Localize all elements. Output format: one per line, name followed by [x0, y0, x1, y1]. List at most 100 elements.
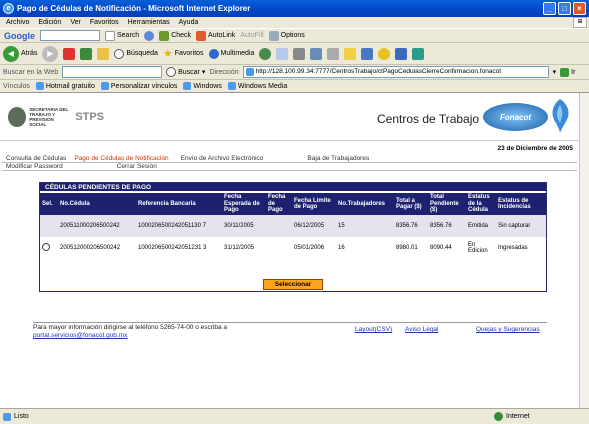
total-pendiente-cell: 8090.44 — [430, 245, 452, 251]
fecha-limite-cell: 05/01/2006 — [294, 245, 325, 251]
page-icon — [245, 68, 254, 76]
no-cedula-cell: 200512000206500242 — [60, 245, 121, 251]
estatus-cell: Emitida — [466, 215, 496, 237]
tab-modificar-password[interactable]: Modificar Password — [2, 163, 67, 170]
discuss-icon[interactable] — [327, 47, 340, 60]
col-fecha-pago: Fecha de Pago — [266, 193, 292, 215]
quejas-link[interactable]: Quejas y Sugerencias — [476, 326, 540, 333]
chevron-down-icon: ▾ — [201, 69, 206, 76]
footer-divider — [33, 322, 547, 323]
address-input[interactable]: http://128.100.99.34:7777/CentrosTrabajo… — [242, 66, 549, 78]
web-search-input[interactable] — [62, 66, 163, 78]
menu-ver[interactable]: Ver — [70, 19, 81, 26]
google-toolbar: Google Search Check AutoLink AutoFill Op… — [0, 28, 589, 43]
google-search-input[interactable] — [40, 30, 100, 41]
sel-cell — [40, 237, 58, 259]
panel-title: CÉDULAS PENDIENTES DE PAGO — [40, 183, 546, 193]
check-icon — [159, 30, 170, 41]
address-dropdown-icon[interactable]: ▾ — [553, 68, 557, 76]
google-search-button[interactable]: Search — [105, 30, 139, 41]
col-referencia: Referencia Bancaria — [136, 193, 222, 215]
back-arrow-icon: ◀ — [3, 45, 19, 62]
ie-icon: e — [3, 3, 14, 14]
menu-herramientas[interactable]: Herramientas — [128, 19, 170, 26]
check-button[interactable]: Check — [159, 30, 191, 41]
minimize-button[interactable]: _ — [543, 2, 556, 15]
link-hotmail[interactable]: Hotmail gratuito — [35, 82, 95, 90]
messenger-icon[interactable] — [361, 47, 374, 60]
autolink-button[interactable]: AutoLink — [196, 30, 235, 41]
fecha-pago-cell — [266, 237, 292, 259]
page-footer: Para mayor información dirigirse al telé… — [33, 324, 548, 340]
col-incidencias: Estatus de Incidencias — [496, 193, 546, 215]
windows-flag-icon: ⊞ — [573, 17, 587, 28]
site-title: Centros de Trabajo — [377, 112, 480, 126]
print-icon[interactable] — [293, 47, 306, 60]
layout-csv-link[interactable]: Layout(CSV) — [355, 326, 392, 333]
page-viewport: SECRETARIA DEL TRABAJO Y PREVISION SOCIA… — [0, 93, 579, 408]
autofill-button[interactable]: AutoFill — [240, 32, 263, 39]
page-header: SECRETARIA DEL TRABAJO Y PREVISION SOCIA… — [0, 93, 579, 141]
table-row: 200512000206500242 1000206500242051231 3… — [40, 237, 546, 259]
web-search-button[interactable]: Buscar ▾ — [166, 67, 205, 77]
trabajadores-cell: 16 — [338, 245, 345, 251]
seleccionar-button[interactable]: Seleccionar — [263, 279, 323, 290]
history-icon[interactable] — [259, 47, 272, 60]
link-windows[interactable]: Windows — [183, 82, 222, 90]
menu-ayuda[interactable]: Ayuda — [179, 19, 199, 26]
refresh-icon[interactable] — [80, 47, 93, 60]
incidencias-cell: Sin capturar — [496, 215, 546, 237]
fecha-limite-cell: 06/12/2005 — [292, 215, 336, 237]
link-windows-media[interactable]: Windows Media — [227, 82, 287, 90]
google-logo[interactable]: Google — [4, 31, 35, 41]
menu-favoritos[interactable]: Favoritos — [90, 19, 119, 26]
total-pagar-cell: 8356.76 — [394, 215, 428, 237]
star-icon: ★ — [162, 48, 173, 60]
menu-edicion[interactable]: Edición — [38, 19, 61, 26]
link-icon — [100, 82, 109, 90]
total-pagar-cell: 8980.01 — [396, 245, 418, 251]
pagerank-icon[interactable] — [144, 30, 155, 41]
fecha-esperada-cell: 31/12/2005 — [224, 245, 255, 251]
smiley-icon[interactable] — [378, 47, 391, 60]
stop-icon[interactable] — [63, 47, 76, 60]
tab-envio-archivo[interactable]: Envío de Archivo Electrónico — [173, 155, 268, 162]
edit-icon[interactable] — [310, 47, 323, 60]
col-trabajadores: No.Trabajadores — [336, 193, 394, 215]
sel-cell — [40, 215, 58, 237]
favorites-button[interactable]: ★ Favoritos — [163, 47, 204, 60]
bird-logo-icon — [552, 99, 569, 133]
tool-icon[interactable] — [395, 47, 408, 60]
forward-button[interactable]: ▶ — [42, 45, 59, 62]
link-personalizar[interactable]: Personalizar vínculos — [100, 82, 177, 90]
search-button[interactable]: Búsqueda — [114, 48, 158, 59]
table-row: 200511000206500242 1000206500242051130 7… — [40, 215, 546, 237]
folder-icon[interactable] — [344, 47, 357, 60]
close-button[interactable]: × — [573, 2, 586, 15]
tab-consulta[interactable]: Consulta de Cédulas — [2, 155, 70, 162]
col-total-pendiente: Total Pendiente ($) — [428, 193, 466, 215]
aviso-legal-link[interactable]: Aviso Legal — [405, 326, 439, 333]
options-button[interactable]: Options — [268, 30, 305, 41]
multimedia-button[interactable]: Multimedia — [208, 48, 254, 59]
go-button[interactable]: Ir — [560, 67, 575, 77]
tab-baja-trabajadores[interactable]: Baja de Trabajadores — [267, 155, 373, 162]
col-total-pagar: Total a Pagar ($) — [394, 193, 428, 215]
search-icon — [166, 67, 177, 77]
footer-email-link[interactable]: portal.servicios@fonacot.gob.mx — [33, 332, 127, 339]
maximize-button[interactable]: □ — [558, 2, 571, 15]
extra-tool-icon[interactable] — [412, 47, 425, 60]
mail-icon[interactable] — [276, 47, 289, 60]
col-no-cedula: No.Cédula — [58, 193, 136, 215]
current-date: 23 de Diciembre de 2005 — [497, 145, 573, 152]
links-label: Vínculos — [3, 82, 30, 90]
tab-pago-cedulas[interactable]: Pago de Cédulas de Notificación — [70, 155, 172, 162]
menu-archivo[interactable]: Archivo — [6, 19, 29, 26]
select-radio[interactable] — [42, 243, 50, 251]
no-cedula-cell: 200511000206500242 — [58, 215, 136, 237]
back-button[interactable]: ◀ Atrás — [3, 45, 37, 62]
fecha-pago-cell — [266, 215, 292, 237]
home-icon[interactable] — [97, 47, 110, 60]
vertical-scrollbar[interactable] — [579, 93, 589, 408]
tab-cerrar-sesion[interactable]: Cerrar Sesión — [67, 163, 161, 170]
